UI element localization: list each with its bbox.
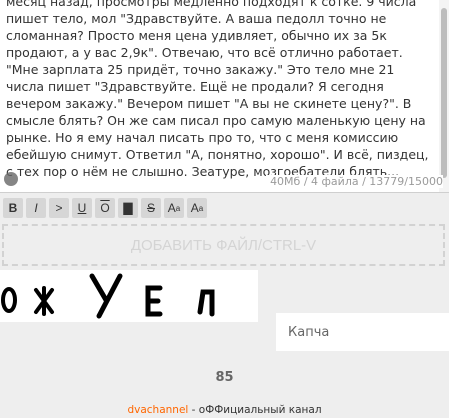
footer: dvachannel - оФФициальный канал: [0, 404, 449, 416]
superscript-label: A: [167, 201, 176, 215]
textarea-resize-icon[interactable]: [4, 172, 18, 186]
italic-button[interactable]: I: [26, 198, 46, 218]
quote-button[interactable]: >: [49, 198, 69, 218]
bold-button[interactable]: B: [3, 198, 23, 218]
channel-link[interactable]: dvachannel: [127, 404, 188, 416]
underline-button[interactable]: U: [72, 198, 92, 218]
file-dropzone[interactable]: ДОБАВИТЬ ФАЙЛ/CTRL-V: [2, 224, 445, 266]
captcha-input[interactable]: [276, 313, 449, 351]
subscript-label: A: [190, 201, 199, 215]
scrollbar-thumb[interactable]: [441, 8, 447, 178]
superscript-button[interactable]: Aa: [164, 198, 184, 218]
post-text[interactable]: месяц назад, просмотры медленно подходят…: [6, 0, 434, 180]
upload-status: 40Мб / 4 файла / 13779/15000: [266, 175, 443, 188]
post-textarea[interactable]: месяц назад, просмотры медленно подходят…: [0, 0, 449, 193]
markup-toolbar: B I > U O ▇ S Aa Aa: [0, 198, 207, 218]
textarea-scrollbar[interactable]: [439, 0, 449, 192]
subscript-button[interactable]: Aa: [187, 198, 207, 218]
overline-button[interactable]: O: [95, 198, 115, 218]
strike-button[interactable]: S: [141, 198, 161, 218]
captcha-counter: 85: [215, 370, 234, 385]
captcha-image: [0, 270, 258, 322]
spoiler-button[interactable]: ▇: [118, 198, 138, 218]
footer-text: - оФФициальный канал: [188, 404, 322, 416]
